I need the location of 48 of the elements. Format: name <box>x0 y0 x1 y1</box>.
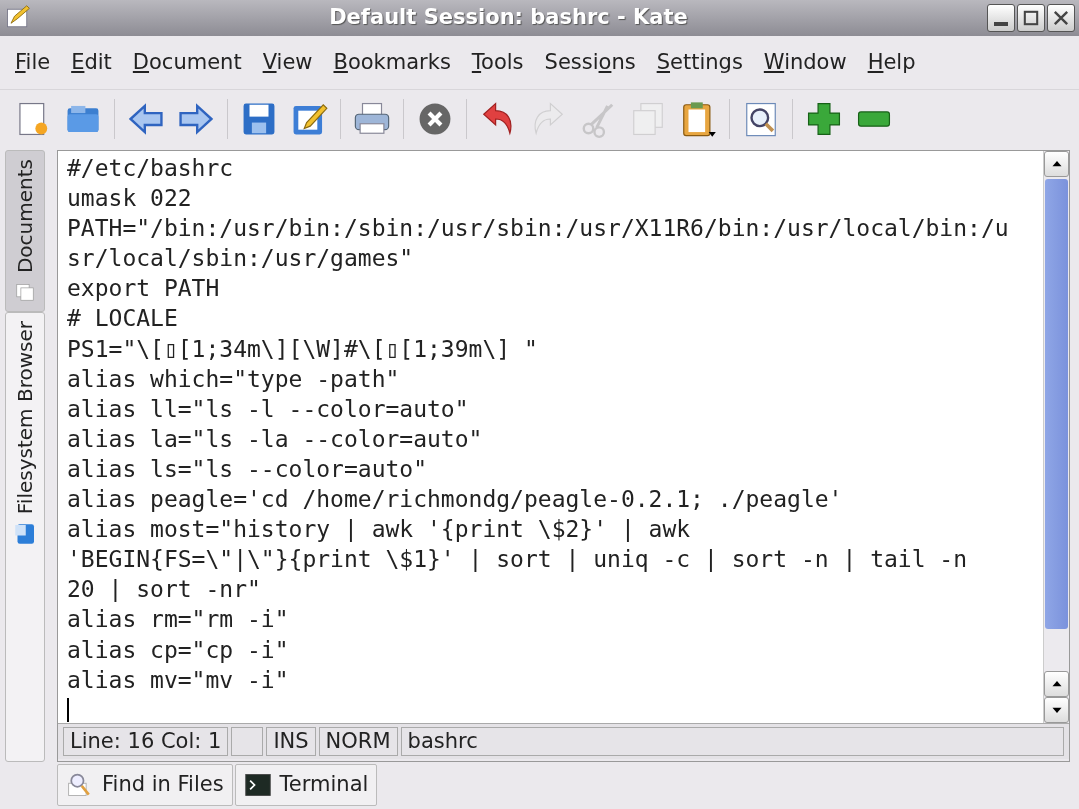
code-line: 20 | sort -nr" <box>67 575 261 605</box>
status-cell: bashrc <box>400 727 1064 756</box>
code-line: alias rm="rm -i" <box>67 605 289 635</box>
code-line: sr/local/sbin:/usr/games" <box>67 244 414 274</box>
code-line: PS1="\[▯[1;34m\][\W]#\[▯[1;39m\] " <box>67 334 538 364</box>
menu-item[interactable]: Document <box>123 46 251 79</box>
terminal-icon <box>243 771 272 799</box>
code-line: #/etc/bashrc <box>67 154 234 183</box>
code-line: PATH="/bin:/usr/bin:/sbin:/usr/sbin:/usr/X11R6/bin:/usr/local/bin:/u <box>67 214 1009 244</box>
code-line: alias which="type -path" <box>67 364 400 394</box>
code-line: alias ll="ls -l --color=auto" <box>67 394 469 424</box>
status-cell: Line: 16 Col: 1 <box>63 727 229 756</box>
menu-item[interactable]: Settings <box>647 46 752 79</box>
status-cell: NORM <box>318 727 398 756</box>
minimize-button[interactable] <box>987 4 1015 32</box>
plus-icon[interactable] <box>805 100 843 138</box>
menu-item[interactable]: Edit <box>62 46 121 79</box>
code-line: alias la="ls -la --color=auto" <box>67 424 483 454</box>
code-line: alias most="history | awk '{print \$2}' | awk <box>67 515 691 545</box>
bottom-tab[interactable]: Find in Files <box>57 764 233 806</box>
code-line: export PATH <box>67 274 220 304</box>
code-line: alias ls="ls --color=auto" <box>67 454 428 484</box>
code-line: alias mv="mv -i" <box>67 665 289 695</box>
folder-icon <box>13 522 37 547</box>
text-cursor <box>67 697 69 722</box>
maximize-button[interactable] <box>1017 4 1045 32</box>
status-cell: INS <box>266 727 316 756</box>
bottom-tab[interactable]: Terminal <box>234 764 378 806</box>
window-title: Default Session: bashrc - Kate <box>328 4 689 32</box>
code-line: umask 022 <box>67 184 192 214</box>
scrollbar[interactable] <box>1043 151 1069 723</box>
minimize-icon <box>994 22 1008 26</box>
code-line: alias peagle='cd /home/richmondg/peagle-0.2.1; ./peagle' <box>67 485 843 515</box>
close-button[interactable] <box>1047 4 1075 32</box>
menu-item[interactable]: Help <box>858 46 925 79</box>
code-line: # LOCALE <box>67 304 178 334</box>
code-line: 'BEGIN{FS=\"|\"}{print \$1}' | sort | uniq -c | sort -n | tail -n <box>67 545 968 575</box>
documents-icon <box>14 281 36 304</box>
menu-item[interactable]: View <box>253 46 322 79</box>
menu-item[interactable]: File <box>6 46 60 79</box>
menu-item[interactable]: Tools <box>462 46 533 79</box>
menu-item[interactable]: Sessions <box>535 46 645 79</box>
menu-item[interactable]: Bookmarks <box>324 46 460 79</box>
side-tab[interactable]: Documents <box>5 150 45 313</box>
code-line: alias cp="cp -i" <box>67 635 289 665</box>
status-cell <box>231 727 264 756</box>
menu-item[interactable]: Window <box>754 46 856 79</box>
side-tab[interactable]: Filesystem Browser <box>5 312 45 762</box>
